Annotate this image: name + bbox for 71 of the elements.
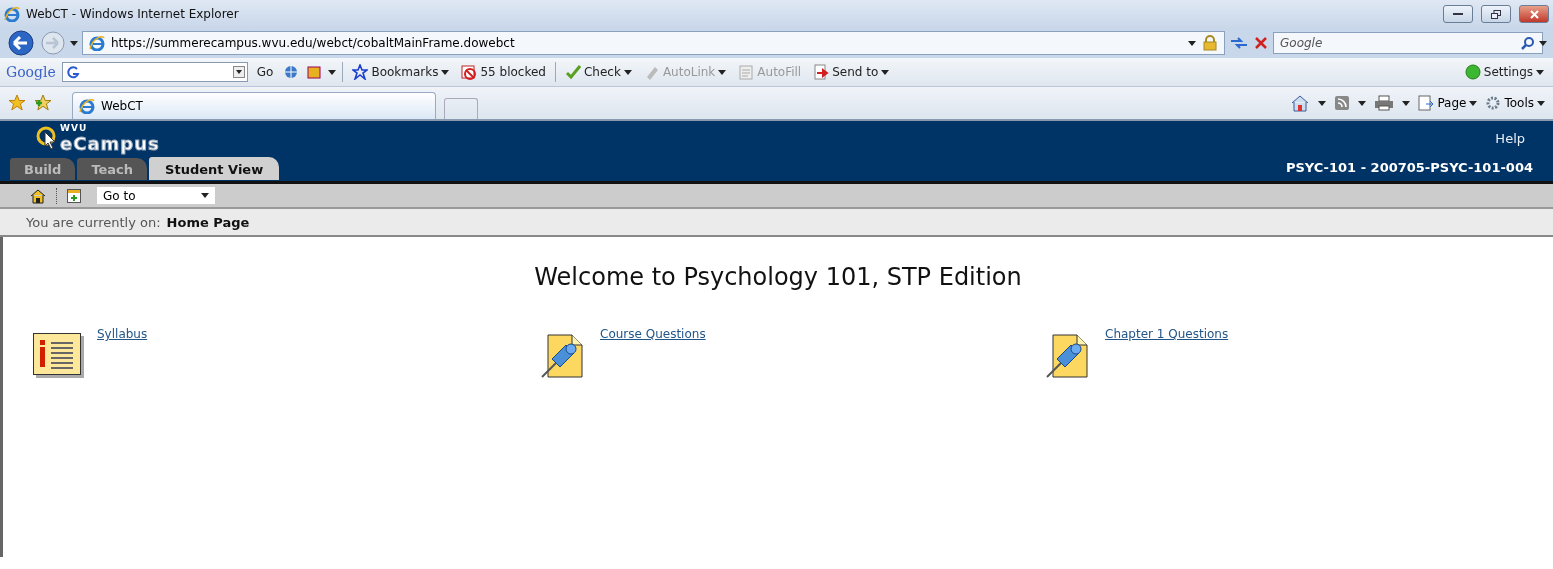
dropdown-caret-icon xyxy=(623,69,632,75)
restore-icon xyxy=(1491,9,1501,19)
g-logo-icon xyxy=(64,65,81,79)
blocked-popup-icon xyxy=(461,64,478,80)
dropdown-caret-icon xyxy=(1318,100,1327,106)
toolbar-button[interactable]: 55 blocked xyxy=(458,64,549,80)
send-icon xyxy=(813,64,830,80)
favorites-star-icon[interactable] xyxy=(8,94,26,112)
command-button[interactable]: Tools xyxy=(1485,95,1545,111)
dropdown-caret-icon xyxy=(232,66,245,78)
dropdown-caret-icon xyxy=(718,69,727,75)
close-icon xyxy=(1529,9,1539,19)
form-icon xyxy=(738,64,755,80)
refresh-icon[interactable] xyxy=(1229,35,1249,51)
minimize-icon xyxy=(1453,12,1463,16)
help-link[interactable]: Help xyxy=(1495,131,1525,146)
dropdown-caret-icon xyxy=(441,69,450,75)
check-icon xyxy=(564,64,581,80)
restore-button[interactable] xyxy=(1481,5,1511,23)
dropdown-caret-icon xyxy=(328,69,337,75)
dropdown-caret-icon xyxy=(1188,40,1196,46)
content-link[interactable]: Syllabus xyxy=(97,327,148,341)
toolbar-button[interactable]: Check xyxy=(561,64,635,80)
printer-icon[interactable] xyxy=(1374,95,1395,111)
current-page: Home Page xyxy=(166,214,250,230)
google-search-field[interactable] xyxy=(61,62,248,82)
window-title: WebCT - Windows Internet Explorer xyxy=(26,7,239,21)
syllabus-icon xyxy=(33,333,85,379)
close-button[interactable] xyxy=(1519,5,1549,23)
dropdown-caret-icon xyxy=(1358,100,1367,106)
padlock-icon xyxy=(1202,35,1218,51)
ie-logo-icon xyxy=(89,35,105,51)
back-button[interactable] xyxy=(6,30,36,56)
course-title: PSYC-101 - 200705-PSYC-101-004 xyxy=(1285,160,1533,177)
page-heading: Welcome to Psychology 101, STP Edition xyxy=(533,263,1023,291)
star-icon xyxy=(352,64,369,80)
dropdown-caret-icon xyxy=(1537,100,1545,106)
ie-logo-icon xyxy=(4,6,20,22)
goto-dropdown[interactable]: Go to xyxy=(97,187,215,204)
ie-logo-icon xyxy=(79,98,95,114)
google-brand: Google xyxy=(6,64,56,80)
command-button[interactable]: Page xyxy=(1418,95,1478,111)
address-field[interactable]: https://summerecampus.wvu.edu/webct/cobaltMainFrame.dowebct xyxy=(82,31,1225,55)
toolbar-button[interactable]: Bookmarks xyxy=(349,64,453,80)
add-favorite-icon[interactable] xyxy=(34,94,52,112)
content-link[interactable]: Course Questions xyxy=(600,327,706,341)
minimize-button[interactable] xyxy=(1443,5,1473,23)
dropdown-caret-icon xyxy=(881,69,890,75)
ecampus-logo: eCampus xyxy=(60,133,160,154)
dropdown-caret-icon xyxy=(1536,69,1544,75)
toolbar-button[interactable]: Send to xyxy=(810,64,893,80)
home-icon[interactable] xyxy=(30,187,46,204)
toolbar-button[interactable]: Go xyxy=(253,65,277,79)
search-field[interactable]: Google xyxy=(1273,32,1543,54)
dropdown-caret-icon xyxy=(1469,100,1478,106)
tab[interactable]: Teach xyxy=(77,158,148,180)
calendar-icon[interactable] xyxy=(67,188,81,203)
dropdown-caret-icon xyxy=(201,193,209,198)
settings-button[interactable]: Settings xyxy=(1461,64,1547,80)
page-icon xyxy=(1418,95,1435,111)
stop-icon[interactable] xyxy=(1253,35,1269,51)
browser-tab[interactable]: WebCT xyxy=(72,92,436,119)
dropdown-caret-icon xyxy=(1402,100,1411,106)
feed-icon[interactable] xyxy=(1334,95,1351,111)
status-dot-icon xyxy=(1464,64,1481,80)
tab[interactable]: Student View xyxy=(149,157,280,180)
logo-caption: WVU xyxy=(60,123,89,133)
content-link[interactable]: Chapter 1 Questions xyxy=(1105,327,1229,341)
tab[interactable]: Build xyxy=(10,158,76,180)
breadcrumb-label: You are currently on: xyxy=(26,214,161,230)
dropdown-caret-icon xyxy=(70,40,78,46)
